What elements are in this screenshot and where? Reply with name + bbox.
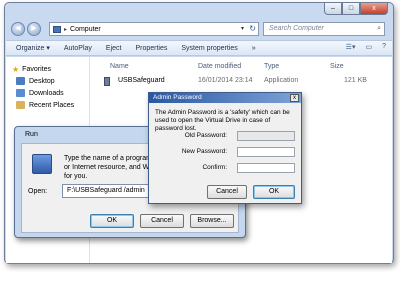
run-cancel-button[interactable]: Cancel <box>140 214 184 228</box>
run-ok-button[interactable]: OK <box>90 214 134 228</box>
help-icon[interactable]: ? <box>382 43 386 51</box>
run-icon <box>32 154 52 174</box>
new-password-label: New Password: <box>181 148 227 155</box>
nav-label: Recent Places <box>29 101 75 109</box>
admin-close-button[interactable]: x <box>290 94 299 102</box>
old-password-label: Old Password: <box>184 132 227 139</box>
computer-icon <box>53 25 61 33</box>
refresh-icon[interactable]: ↻ <box>249 24 256 33</box>
column-header-type[interactable]: Type <box>264 63 279 70</box>
nav-item-favorites[interactable]: ★ Favorites <box>12 65 51 74</box>
search-input[interactable]: Search Computer ⌕ <box>263 22 385 36</box>
admin-title-text: Admin Password <box>153 94 202 101</box>
nav-label: Desktop <box>29 77 55 85</box>
forward-button[interactable]: ▶ <box>27 22 41 36</box>
nav-item-recent-places[interactable]: Recent Places <box>16 101 74 109</box>
file-name: USBSafeguard <box>118 77 165 84</box>
open-label: Open: <box>28 188 48 195</box>
address-location: Computer <box>70 25 101 33</box>
address-bar[interactable]: ▸ Computer ▾ ↻ <box>49 22 259 36</box>
eject-button[interactable]: Eject <box>106 45 122 52</box>
admin-ok-button[interactable]: OK <box>253 185 295 199</box>
star-icon: ★ <box>12 65 20 74</box>
old-password-field[interactable] <box>237 131 295 141</box>
organize-button[interactable]: Organize ▾ <box>16 44 50 52</box>
column-header-size[interactable]: Size <box>330 63 344 70</box>
file-type: Application <box>264 77 299 84</box>
properties-button[interactable]: Properties <box>135 45 167 52</box>
file-date: 16/01/2014 23:14 <box>198 77 253 84</box>
admin-message: The Admin Password is a 'safety' which c… <box>155 109 290 132</box>
back-button[interactable]: ◀ <box>11 22 25 36</box>
nav-label: Downloads <box>29 89 64 97</box>
admin-dialog-title: Admin Password x <box>149 93 301 103</box>
search-placeholder: Search Computer <box>269 25 324 32</box>
search-icon: ⌕ <box>377 25 381 32</box>
confirm-field[interactable] <box>237 163 295 173</box>
address-separator: ▸ <box>64 26 68 33</box>
browse-button[interactable]: Browse... <box>190 214 234 228</box>
new-password-field[interactable] <box>237 147 295 157</box>
file-row[interactable]: USBSafeguard 16/01/2014 23:14 Applicatio… <box>96 77 376 89</box>
run-dialog-title: Run <box>25 131 38 138</box>
navigation-bar: ◀ ▶ ▸ Computer ▾ ↻ Search Computer ⌕ <box>11 21 387 37</box>
close-button[interactable]: x <box>360 3 388 15</box>
chevron-down-icon[interactable]: ▾ <box>241 25 244 32</box>
confirm-label: Confirm: <box>202 164 227 171</box>
admin-password-dialog: Admin Password x The Admin Password is a… <box>148 92 302 204</box>
minimize-button[interactable]: – <box>324 3 342 15</box>
desktop-icon <box>16 77 25 85</box>
recent-places-icon <box>16 101 25 109</box>
column-header-name[interactable]: Name <box>110 63 129 70</box>
system-properties-button[interactable]: System properties <box>181 45 237 52</box>
maximize-button[interactable]: □ <box>342 3 360 15</box>
command-toolbar: Organize ▾ AutoPlay Eject Properties Sys… <box>6 40 392 56</box>
nav-item-desktop[interactable]: Desktop <box>16 77 55 85</box>
admin-cancel-button[interactable]: Cancel <box>207 185 247 199</box>
preview-pane-icon[interactable]: ▭ <box>365 43 372 51</box>
nav-item-downloads[interactable]: Downloads <box>16 89 64 97</box>
more-commands-button[interactable]: » <box>252 45 256 52</box>
nav-label: Favorites <box>22 66 51 73</box>
file-size: 121 KB <box>344 77 367 84</box>
column-header-date[interactable]: Date modified <box>198 63 241 70</box>
application-icon <box>104 77 110 86</box>
explorer-titlebar: – □ x <box>5 3 393 17</box>
autoplay-button[interactable]: AutoPlay <box>64 45 92 52</box>
downloads-icon <box>16 89 25 97</box>
view-options-icon[interactable]: ☰▾ <box>346 43 356 51</box>
